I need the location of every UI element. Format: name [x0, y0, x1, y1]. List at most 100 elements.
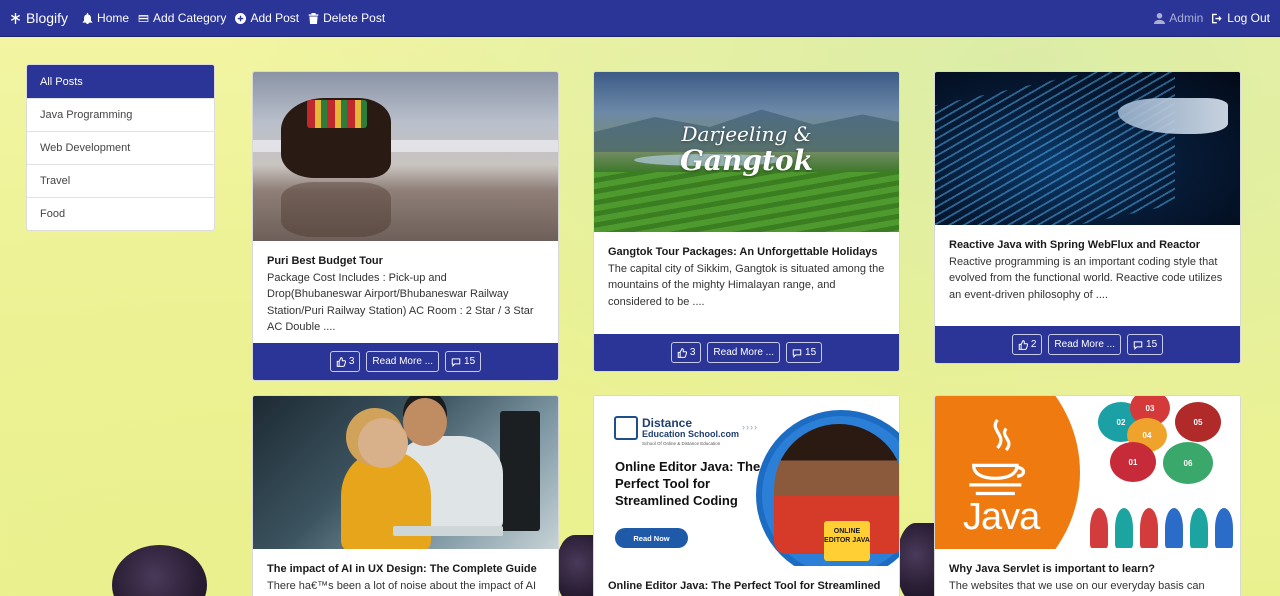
comment-button[interactable]: 15: [786, 342, 823, 363]
trash-icon: [308, 12, 319, 24]
post-card: ONLINE EDITOR JAVA ›››› Distance Educati…: [593, 395, 900, 596]
thumbs-up-icon: [336, 356, 346, 367]
image-logo-text-2: Education School.com: [642, 429, 740, 439]
category-sidebar: All Posts Java Programming Web Developme…: [26, 64, 215, 231]
nav-right-group: Admin Log Out: [1154, 11, 1270, 25]
post-title: The impact of AI in UX Design: The Compl…: [267, 563, 537, 575]
background-tree: [112, 545, 207, 596]
post-footer: 3 Read More ... 15: [253, 343, 558, 380]
sidebar-item-travel[interactable]: Travel: [27, 164, 214, 197]
bubble-06: 06: [1163, 442, 1213, 484]
post-body: Why Java Servlet is important to learn? …: [935, 549, 1240, 594]
user-icon: [1154, 12, 1166, 24]
card-icon: [138, 13, 149, 24]
nav-add-category[interactable]: Add Category: [138, 11, 226, 25]
nav-delete-post-label: Delete Post: [323, 11, 386, 25]
like-count: 2: [1030, 339, 1037, 350]
java-cup-icon: [969, 418, 1026, 496]
post-body: Puri Best Budget Tour Package Cost Inclu…: [253, 241, 558, 335]
comment-button[interactable]: 15: [445, 351, 482, 372]
comment-count: 15: [464, 356, 476, 367]
image-java-word: Java: [963, 496, 1040, 538]
bubble-01: 01: [1110, 442, 1156, 482]
post-image: Java 02 03 05 04 01 06: [935, 396, 1240, 549]
reflection-shape: [281, 182, 391, 237]
brand-logo[interactable]: Blogify: [10, 10, 68, 26]
post-image: Darjeeling & Gangtok: [594, 72, 899, 232]
post-card: Java 02 03 05 04 01 06 Why Java Servlet …: [934, 395, 1241, 596]
nav-add-post[interactable]: Add Post: [235, 11, 299, 25]
nav-logout-label: Log Out: [1227, 11, 1270, 25]
like-count: 3: [348, 356, 355, 367]
nav-home[interactable]: Home: [82, 11, 129, 25]
post-excerpt: Package Cost Includes : Pick-up and Drop…: [267, 272, 534, 333]
asterisk-icon: [10, 12, 21, 24]
post-image: [253, 72, 558, 241]
nav-logout[interactable]: Log Out: [1212, 11, 1270, 25]
image-logo-text-1: Distance: [642, 416, 693, 430]
chevrons-icon: ››››: [742, 422, 758, 432]
post-card: Darjeeling & Gangtok Gangtok Tour Packag…: [593, 71, 900, 372]
post-title: Why Java Servlet is important to learn?: [949, 563, 1156, 575]
sign-out-icon: [1212, 13, 1223, 24]
post-title: Puri Best Budget Tour: [267, 255, 383, 267]
sidebar-item-web-development[interactable]: Web Development: [27, 131, 214, 164]
thumbs-up-icon: [677, 347, 687, 358]
image-caption-2: Gangtok: [680, 144, 813, 177]
comment-count: 15: [805, 347, 817, 358]
post-image: [935, 72, 1240, 225]
nav-add-category-label: Add Category: [153, 11, 227, 25]
brand-name: Blogify: [26, 10, 69, 26]
person-shape: [1165, 508, 1183, 548]
read-more-button[interactable]: Read More ...: [366, 351, 440, 372]
read-more-button[interactable]: Read More ...: [1048, 334, 1122, 355]
bell-icon: [82, 12, 93, 24]
post-body: Reactive Java with Spring WebFlux and Re…: [935, 225, 1240, 303]
like-button[interactable]: 3: [670, 342, 702, 363]
post-footer: 2 Read More ... 15: [935, 326, 1240, 363]
person-head-shape: [358, 418, 408, 468]
sidebar-item-java-programming[interactable]: Java Programming: [27, 98, 214, 131]
person-shape: [1090, 508, 1108, 548]
top-navbar: Blogify Home Add Category Add Post Delet…: [0, 0, 1280, 37]
person-shape: [1140, 508, 1158, 548]
nav-home-label: Home: [97, 11, 130, 25]
comment-icon: [792, 348, 802, 358]
sidebar-item-all-posts[interactable]: All Posts: [27, 65, 214, 98]
comment-count: 15: [1146, 339, 1158, 350]
like-button[interactable]: 3: [329, 351, 361, 372]
background-tree: [897, 523, 939, 596]
post-title: Gangtok Tour Packages: An Unforgettable …: [608, 246, 878, 258]
nav-admin[interactable]: Admin: [1154, 11, 1203, 25]
post-excerpt: There ha€™s been a lot of noise about th…: [267, 580, 537, 592]
monitor-shape: [500, 411, 540, 531]
post-image: [253, 396, 558, 549]
post-excerpt: Reactive programming is an important cod…: [949, 256, 1223, 301]
comment-button[interactable]: 15: [1127, 334, 1164, 355]
person-head-shape: [403, 398, 447, 446]
post-excerpt: The websites that we use on our everyday…: [949, 580, 1205, 592]
post-excerpt: The capital city of Sikkim, Gangtok is s…: [608, 263, 885, 308]
bubble-05: 05: [1175, 402, 1221, 442]
sidebar-item-food[interactable]: Food: [27, 197, 214, 230]
like-button[interactable]: 2: [1011, 334, 1043, 355]
person-shape: [1190, 508, 1208, 548]
tea-garden-shape: [594, 172, 899, 232]
data-stream-shape: [935, 72, 1175, 225]
thumbs-up-icon: [1018, 339, 1028, 350]
plus-circle-icon: [235, 12, 247, 24]
read-more-button[interactable]: Read More ...: [707, 342, 781, 363]
person-shape: [1215, 508, 1233, 548]
school-logo-icon: [614, 416, 638, 440]
image-tag: ONLINE EDITOR JAVA: [824, 521, 870, 561]
post-title: Reactive Java with Spring WebFlux and Re…: [949, 239, 1201, 251]
saddle-shape: [307, 100, 367, 128]
person-shape: [1115, 508, 1133, 548]
comment-icon: [1133, 340, 1143, 350]
keyboard-shape: [393, 526, 503, 536]
image-logo-text-3: School Of Online & Distance Education: [642, 441, 721, 446]
image-read-now: Read Now: [615, 528, 688, 548]
nav-delete-post[interactable]: Delete Post: [308, 11, 385, 25]
post-body: The impact of AI in UX Design: The Compl…: [253, 549, 558, 596]
post-card: Reactive Java with Spring WebFlux and Re…: [934, 71, 1241, 364]
